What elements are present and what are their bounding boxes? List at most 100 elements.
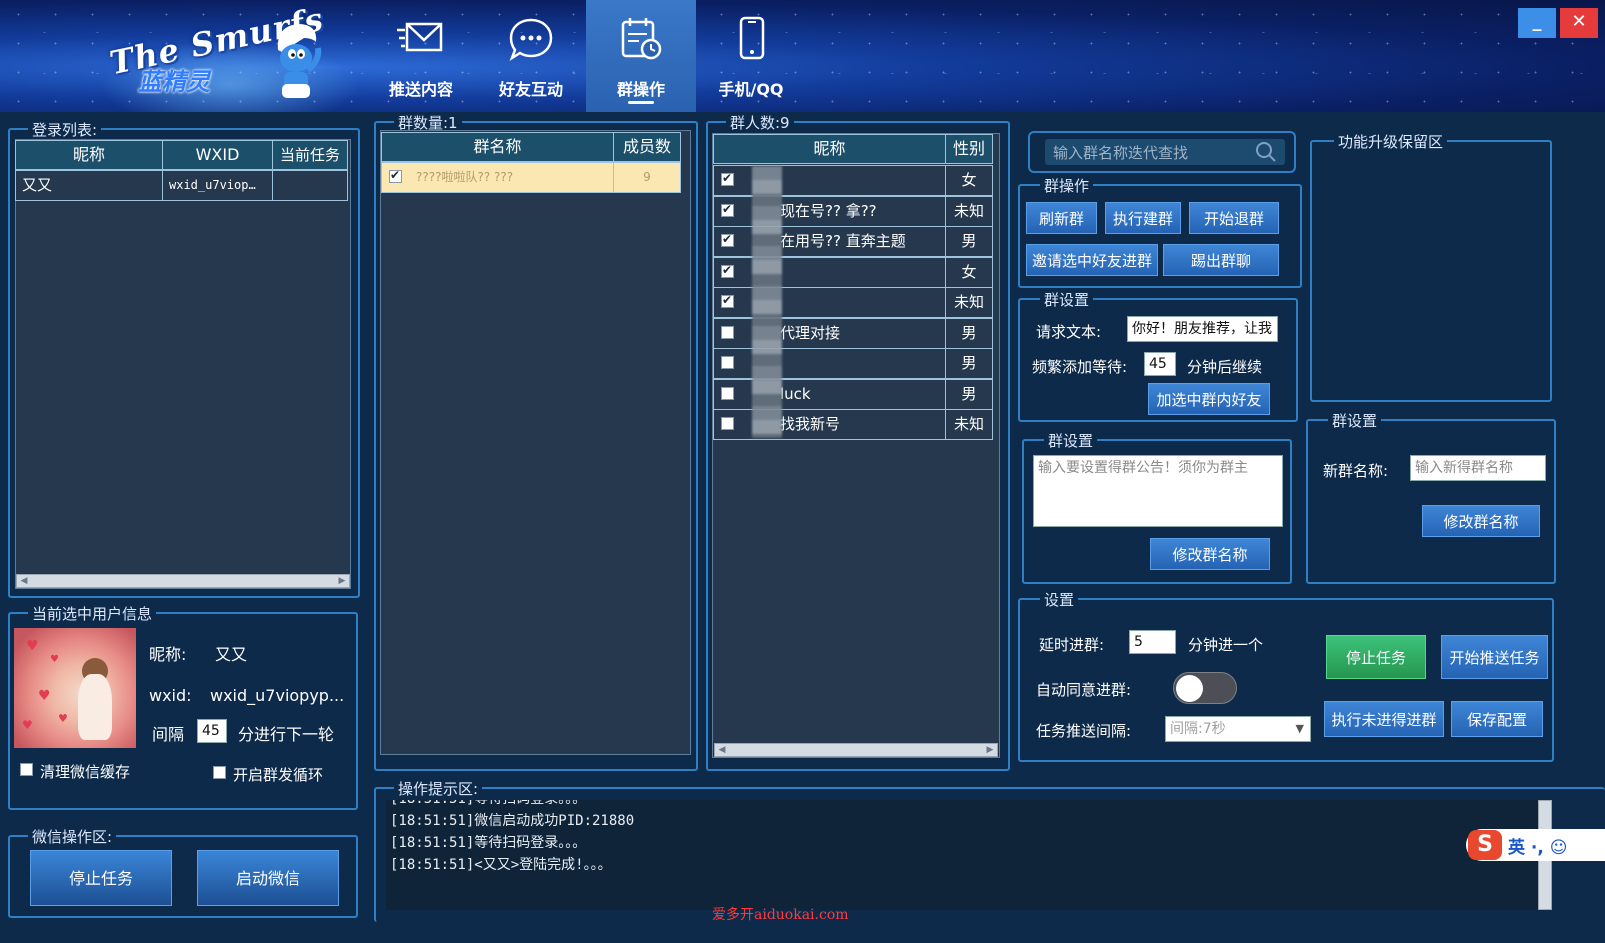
- member-row-checkbox[interactable]: [721, 356, 734, 369]
- invite-to-group-button[interactable]: 邀请选中好友进群: [1026, 244, 1158, 276]
- login-list-hscroll[interactable]: ◀ ▶: [16, 574, 350, 588]
- log-line: [18:51:51]等待扫码登录。。。: [390, 835, 587, 851]
- user-nickname-value: 又又: [215, 645, 248, 664]
- wait-input[interactable]: 45: [1144, 352, 1176, 376]
- search-input[interactable]: 输入群名称迭代查找: [1045, 139, 1285, 165]
- member-row-nickname[interactable]: 现在号?? 拿??: [713, 195, 946, 227]
- member-row-gender[interactable]: 未知: [945, 287, 993, 318]
- group-ops-title: 群操作: [1040, 175, 1094, 196]
- delay-label: 延时进群:: [1039, 636, 1105, 654]
- scroll-right-icon[interactable]: ▶: [335, 575, 349, 587]
- member-row-nickname[interactable]: 代理对接: [713, 317, 946, 349]
- quit-group-button[interactable]: 开始退群: [1189, 202, 1279, 234]
- heart-icon: ♥: [38, 688, 51, 704]
- login-col-task[interactable]: 当前任务: [272, 140, 348, 170]
- toggle-knob: [1176, 675, 1203, 702]
- member-row-nickname[interactable]: [713, 256, 946, 288]
- tab-group-ops[interactable]: 群操作: [586, 0, 696, 112]
- active-tab-indicator: [628, 101, 654, 104]
- group-list-grid: [380, 130, 691, 755]
- members-hscroll[interactable]: ◀ ▶: [714, 743, 998, 757]
- start-push-task-button[interactable]: 开始推送任务: [1441, 635, 1548, 679]
- member-row-gender[interactable]: 女: [945, 256, 993, 288]
- login-col-wxid[interactable]: WXID: [162, 140, 273, 170]
- push-interval-value: 间隔:7秒: [1170, 721, 1226, 737]
- login-col-nickname[interactable]: 昵称: [15, 140, 163, 170]
- delay-input[interactable]: 5: [1129, 630, 1176, 654]
- scroll-left-icon[interactable]: ◀: [715, 744, 729, 756]
- member-row-nickname[interactable]: 在用号?? 直奔主题: [713, 226, 946, 257]
- member-row-gender[interactable]: 男: [945, 226, 993, 257]
- member-row-nickname[interactable]: luck: [713, 378, 946, 410]
- settings-stop-task-button[interactable]: 停止任务: [1326, 635, 1426, 679]
- tab-friend-interaction[interactable]: 好友互动: [476, 0, 586, 112]
- start-wechat-button[interactable]: 启动微信: [197, 850, 339, 906]
- smurf-mascot-icon: [277, 24, 322, 98]
- settings-title: 设置: [1040, 589, 1079, 610]
- refresh-group-button[interactable]: 刷新群: [1026, 202, 1097, 234]
- login-list-title: 登录列表:: [28, 119, 102, 140]
- log-line: [18:51:51]微信启动成功PID:21880: [390, 813, 635, 829]
- member-row-nickname[interactable]: [713, 287, 946, 318]
- add-group-friends-button[interactable]: 加选中群内好友: [1148, 383, 1270, 415]
- tab-push-content[interactable]: 推送内容: [366, 0, 476, 112]
- auto-agree-label: 自动同意进群:: [1036, 681, 1132, 699]
- tab-group-ops-label: 群操作: [616, 80, 665, 99]
- member-row-nickname[interactable]: [713, 348, 946, 379]
- member-col-nickname[interactable]: 昵称: [713, 134, 946, 164]
- member-row-gender[interactable]: 未知: [945, 195, 993, 227]
- member-row-checkbox[interactable]: [721, 263, 734, 278]
- member-row-gender[interactable]: 男: [945, 317, 993, 349]
- group-row-members[interactable]: 9: [613, 162, 681, 193]
- member-row-checkbox[interactable]: [721, 325, 734, 339]
- log-area[interactable]: [18:51:51]等待扫码登录。。。 [18:51:51]微信启动成功PID:…: [386, 800, 1538, 910]
- request-text-input[interactable]: 你好！朋友推荐，让我: [1127, 316, 1278, 342]
- send-mail-icon: [397, 22, 443, 52]
- kick-from-group-button[interactable]: 踢出群聊: [1163, 244, 1279, 276]
- request-text-label: 请求文本:: [1036, 323, 1102, 341]
- member-row-checkbox[interactable]: [721, 232, 734, 247]
- member-row-nickname[interactable]: 找我新号: [713, 409, 946, 440]
- modify-group-name-button-1[interactable]: 修改群名称: [1150, 538, 1270, 570]
- wait-suffix: 分钟后继续: [1187, 358, 1263, 376]
- member-row-checkbox[interactable]: [721, 293, 734, 308]
- group-notice-input[interactable]: 输入要设置得群公告！须你为群主: [1033, 455, 1283, 527]
- run-unjoined-button[interactable]: 执行未进得进群: [1324, 701, 1444, 737]
- create-group-button[interactable]: 执行建群: [1105, 202, 1181, 234]
- login-row-nickname[interactable]: 又又: [15, 170, 163, 201]
- group-col-name[interactable]: 群名称: [381, 132, 614, 162]
- new-group-name-input[interactable]: 输入新得群名称: [1410, 455, 1546, 481]
- push-interval-select[interactable]: 间隔:7秒 ▼: [1165, 716, 1311, 742]
- group-row-name[interactable]: ????啦啦队?? ???: [381, 162, 614, 193]
- group-loop-checkbox[interactable]: [213, 766, 226, 779]
- group-row-checkbox[interactable]: [389, 168, 402, 183]
- scroll-right-icon[interactable]: ▶: [983, 744, 997, 756]
- member-row-gender[interactable]: 男: [945, 378, 993, 410]
- scroll-left-icon[interactable]: ◀: [17, 575, 31, 587]
- log-line: [18:51:51]<又又>登陆完成!。。。: [390, 857, 612, 873]
- member-row-checkbox[interactable]: [721, 417, 734, 430]
- member-row-gender[interactable]: 女: [945, 165, 993, 196]
- interval-input[interactable]: 45: [197, 719, 227, 743]
- login-row-wxid[interactable]: wxid_u7viop…: [162, 170, 273, 201]
- close-button[interactable]: ✕: [1560, 8, 1598, 38]
- save-config-button[interactable]: 保存配置: [1451, 701, 1543, 737]
- modify-group-name-button-2[interactable]: 修改群名称: [1422, 505, 1540, 537]
- tab-phone-qq[interactable]: 手机/QQ: [696, 0, 806, 112]
- search-icon[interactable]: [1255, 141, 1277, 163]
- member-row-gender[interactable]: 男: [945, 348, 993, 379]
- auto-agree-toggle[interactable]: [1173, 672, 1237, 704]
- member-col-gender[interactable]: 性别: [945, 134, 993, 164]
- heart-icon: ♥: [26, 638, 39, 654]
- login-row-task[interactable]: [272, 170, 348, 201]
- clear-cache-checkbox[interactable]: [20, 763, 33, 776]
- ime-toolbar[interactable]: S 英 ·, ☺: [1466, 829, 1605, 861]
- member-row-checkbox[interactable]: [721, 171, 734, 186]
- member-row-checkbox[interactable]: [721, 202, 734, 217]
- minimize-button[interactable]: _: [1518, 8, 1556, 38]
- member-row-nickname[interactable]: [713, 165, 946, 196]
- member-row-checkbox[interactable]: [721, 386, 734, 400]
- stop-task-button[interactable]: 停止任务: [30, 850, 172, 906]
- member-row-gender[interactable]: 未知: [945, 409, 993, 440]
- group-col-members[interactable]: 成员数: [613, 132, 681, 162]
